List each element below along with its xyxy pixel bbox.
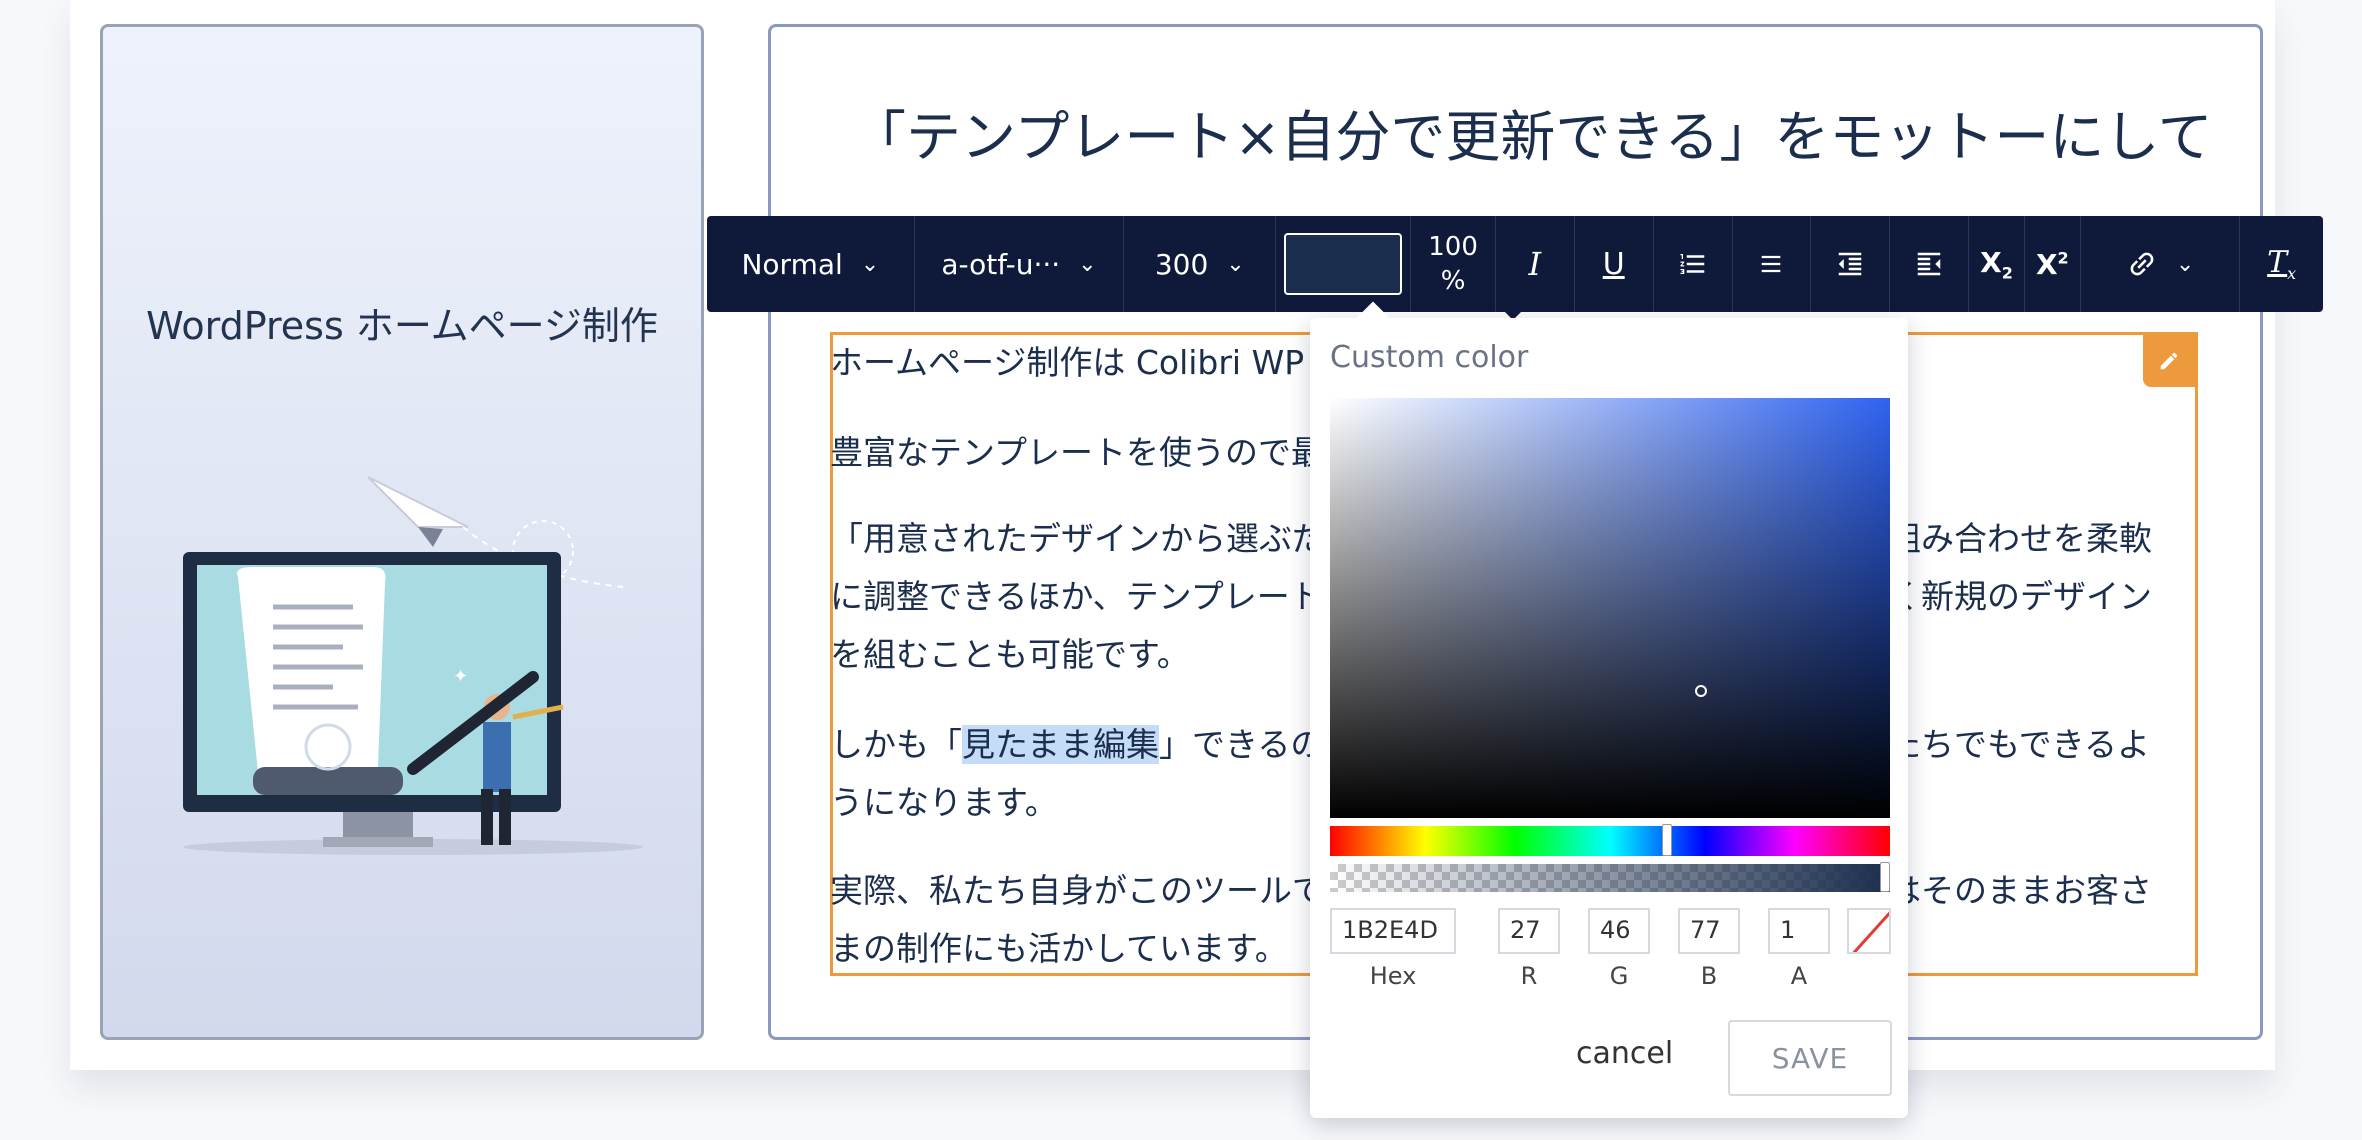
font-weight-value: 300: [1154, 247, 1209, 281]
selected-text[interactable]: 見たまま編集: [962, 725, 1160, 764]
block-format-dropdown[interactable]: Normal ⌄: [707, 216, 915, 312]
ordered-list-button[interactable]: [1654, 216, 1733, 312]
subscript-icon: X2: [1980, 245, 2013, 283]
red-input[interactable]: 27: [1498, 908, 1560, 954]
color-cursor[interactable]: [1695, 685, 1707, 697]
unordered-list-icon: [1762, 255, 1781, 273]
chevron-down-icon: ⌄: [1226, 251, 1245, 277]
superscript-icon: X2: [2035, 247, 2069, 281]
text-formatting-toolbar: Normal ⌄ a-otf-u··· ⌄ 300 ⌄ 100 % I U X2…: [707, 216, 2323, 312]
font-weight-dropdown[interactable]: 300 ⌄: [1124, 216, 1277, 312]
link-icon: [2130, 252, 2154, 276]
service-card-title: WordPress ホームページ制作: [146, 304, 658, 348]
text-color-button[interactable]: [1276, 216, 1412, 312]
opacity-control[interactable]: 100 %: [1411, 216, 1496, 312]
alpha-slider[interactable]: [1330, 862, 1890, 892]
hue-slider-thumb[interactable]: [1662, 824, 1672, 856]
clear-format-icon: Tx: [2267, 245, 2297, 283]
hex-label: Hex: [1369, 962, 1417, 990]
red-label: R: [1520, 962, 1538, 990]
italic-button[interactable]: I: [1496, 216, 1575, 312]
paragraph-3-line-1: 「用意されたデザインから選ぶだ: [830, 519, 1325, 558]
underline-button[interactable]: U: [1575, 216, 1654, 312]
chevron-down-icon: ⌄: [1078, 251, 1097, 277]
service-card[interactable]: WordPress ホームページ制作 ✦ ✦: [100, 24, 704, 1040]
paragraph-3-line-2: に調整できるほか、テンプレート: [830, 577, 1323, 616]
italic-icon: I: [1528, 245, 1542, 283]
superscript-button[interactable]: X2: [2025, 216, 2081, 312]
unordered-list-button[interactable]: [1733, 216, 1812, 312]
color-picker-popup: Custom color 1B2E4D Hex 27 R 46 G 77 B 1…: [1310, 301, 1908, 1118]
outdent-icon: [1839, 252, 1862, 276]
paragraph-5-line-2: まの制作にも活かしています。: [830, 929, 1288, 968]
green-input[interactable]: 46: [1588, 908, 1650, 954]
headline[interactable]: 「テンプレート×自分で更新できる」をモットーにしてま: [851, 97, 2211, 177]
alpha-slider-thumb[interactable]: [1880, 862, 1890, 892]
hue-slider[interactable]: [1330, 824, 1890, 856]
subscript-button[interactable]: X2: [1969, 216, 2025, 312]
font-family-value: a-otf-u···: [941, 247, 1061, 281]
chevron-down-icon: ⌄: [860, 251, 880, 277]
save-button[interactable]: SAVE: [1728, 1020, 1892, 1096]
block-format-value: Normal: [741, 247, 843, 281]
text-color-swatch: [1284, 233, 1403, 295]
clear-format-button[interactable]: Tx: [2240, 216, 2323, 312]
paragraph-3-line-3: を組むことも可能です。: [830, 635, 1190, 674]
paragraph-4-suffix: 」できるの: [1159, 725, 1324, 764]
hex-input[interactable]: 1B2E4D: [1330, 908, 1456, 954]
alpha-label: A: [1790, 962, 1808, 990]
green-label: G: [1609, 962, 1629, 990]
saturation-value-area[interactable]: [1330, 398, 1890, 818]
paragraph-1-text: ホームページ制作は Colibri WP: [830, 343, 1305, 382]
svg-text:✦: ✦: [453, 666, 468, 687]
picker-title: Custom color: [1330, 340, 1529, 375]
opacity-value: 100: [1428, 232, 1478, 262]
paragraph-4-line-2: うになります。: [830, 783, 1058, 822]
website-illustration: ✦ ✦: [183, 476, 643, 855]
cancel-button[interactable]: cancel: [1576, 1036, 1673, 1071]
blue-label: B: [1700, 962, 1718, 990]
outdent-button[interactable]: [1811, 216, 1891, 312]
indent-icon: [1917, 252, 1941, 276]
link-dropdown[interactable]: ⌄: [2081, 216, 2241, 312]
paragraph-4-prefix: しかも「: [830, 725, 962, 764]
opacity-unit: %: [1440, 266, 1466, 296]
paragraph-5-line-1: 実際、私たち自身がこのツールで: [830, 871, 1325, 910]
no-color-icon[interactable]: [1847, 908, 1891, 954]
underline-icon: U: [1602, 246, 1625, 282]
font-family-dropdown[interactable]: a-otf-u··· ⌄: [915, 216, 1125, 312]
chevron-down-icon: ⌄: [2175, 251, 2195, 277]
alpha-input[interactable]: 1: [1768, 908, 1830, 954]
svg-text:✦: ✦: [263, 718, 280, 742]
ordered-list-icon: [1680, 254, 1704, 274]
blue-input[interactable]: 77: [1678, 908, 1740, 954]
indent-button[interactable]: [1890, 216, 1970, 312]
paragraph-2-text: 豊富なテンプレートを使うので最: [830, 433, 1325, 472]
